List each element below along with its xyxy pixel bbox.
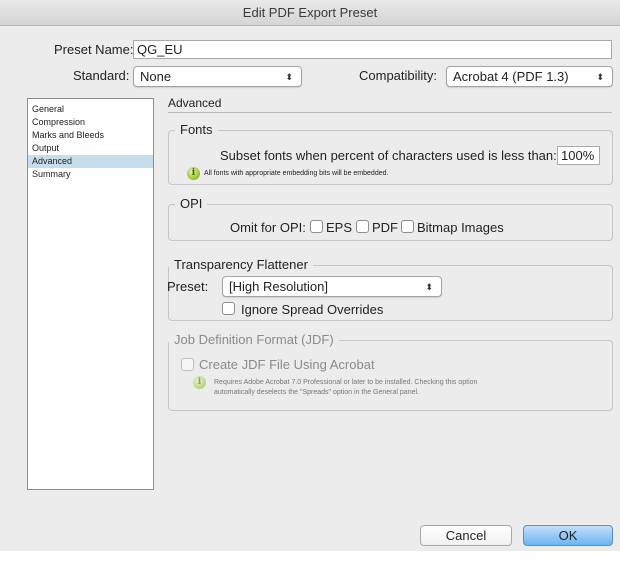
jdf-info-line-1: Requires Adobe Acrobat 7.0 Professional …: [214, 379, 478, 386]
chevron-up-down-icon: ⬍: [285, 72, 293, 82]
info-icon: i: [193, 376, 206, 389]
chevron-up-down-icon: ⬍: [596, 72, 604, 82]
create-jdf-label: Create JDF File Using Acrobat: [199, 357, 375, 372]
flattener-preset-value: [High Resolution]: [229, 279, 328, 294]
subset-percent-input[interactable]: 100%: [557, 146, 600, 165]
preset-name-input[interactable]: QG_EU: [133, 40, 612, 59]
preset-name-label: Preset Name:: [54, 42, 134, 57]
create-jdf-checkbox[interactable]: [181, 358, 194, 371]
cancel-button[interactable]: Cancel: [420, 525, 512, 546]
eps-label: EPS: [326, 220, 353, 235]
compatibility-value: Acrobat 4 (PDF 1.3): [453, 69, 569, 84]
standard-value: None: [140, 69, 172, 84]
fonts-group-title: Fonts: [175, 122, 218, 137]
eps-checkbox[interactable]: [310, 220, 323, 233]
fonts-info-text: All fonts with appropriate embedding bit…: [204, 170, 389, 177]
flattener-preset-select[interactable]: [High Resolution] ⬍: [222, 276, 442, 297]
sidebar-item-marks-and-bleeds[interactable]: Marks and Bleeds: [28, 129, 153, 142]
ignore-spread-overrides-checkbox[interactable]: [222, 302, 235, 315]
bitmap-images-label: Bitmap Images: [417, 220, 504, 235]
panel-title: Advanced: [168, 96, 222, 110]
standard-label: Standard:: [73, 68, 130, 83]
sidebar-item-advanced[interactable]: Advanced: [28, 155, 153, 168]
compatibility-select[interactable]: Acrobat 4 (PDF 1.3) ⬍: [446, 66, 613, 87]
sidebar-item-general[interactable]: General: [28, 103, 153, 116]
category-list: General Compression Marks and Bleeds Out…: [27, 98, 154, 490]
compatibility-label: Compatibility:: [359, 68, 438, 83]
window-title: Edit PDF Export Preset: [0, 0, 620, 26]
pdf-label: PDF: [372, 220, 398, 235]
subset-percent-value: 100%: [561, 148, 595, 163]
info-icon: i: [187, 167, 200, 180]
ignore-spread-overrides-label: Ignore Spread Overrides: [241, 302, 384, 317]
jdf-group-title: Job Definition Format (JDF): [169, 332, 339, 347]
subset-fonts-label: Subset fonts when percent of characters …: [220, 148, 557, 163]
sidebar-item-output[interactable]: Output: [28, 142, 153, 155]
jdf-group: Job Definition Format (JDF): [168, 332, 613, 411]
standard-select[interactable]: None ⬍: [133, 66, 302, 87]
sidebar-item-summary[interactable]: Summary: [28, 168, 153, 181]
transparency-flattener-title: Transparency Flattener: [169, 257, 313, 272]
omit-opi-label: Omit for OPI:: [230, 220, 306, 235]
bitmap-images-checkbox[interactable]: [401, 220, 414, 233]
sidebar-item-compression[interactable]: Compression: [28, 116, 153, 129]
ok-button[interactable]: OK: [523, 525, 613, 546]
panel-divider: [168, 112, 612, 113]
preset-name-value: QG_EU: [137, 42, 183, 57]
jdf-info-line-2: automatically deselects the "Spreads" op…: [214, 389, 419, 396]
flattener-preset-label: Preset:: [167, 279, 209, 294]
export-preset-dialog: Edit PDF Export Preset Preset Name: QG_E…: [0, 0, 620, 561]
opi-group-title: OPI: [175, 196, 208, 211]
window-bottom-edge: [0, 551, 620, 561]
chevron-up-down-icon: ⬍: [425, 282, 433, 292]
pdf-checkbox[interactable]: [356, 220, 369, 233]
